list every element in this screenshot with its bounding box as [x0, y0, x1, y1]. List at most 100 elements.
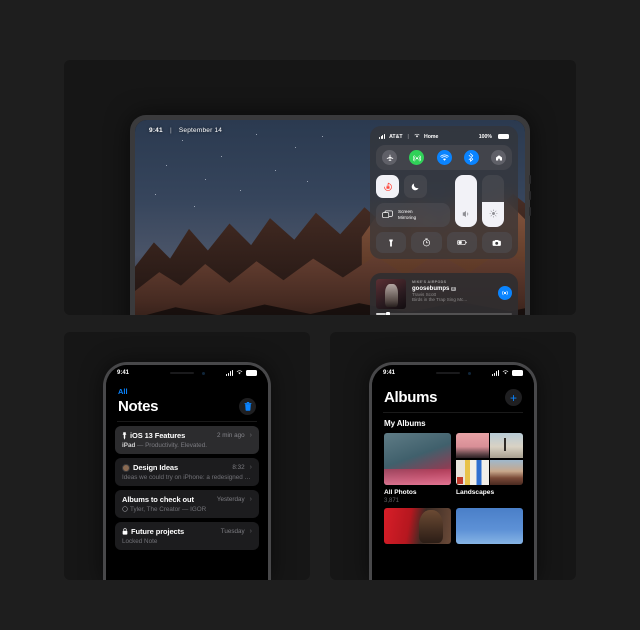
speaker-icon: [462, 205, 471, 223]
network-name-label: Home: [423, 133, 439, 140]
chevron-right-icon: ›: [249, 432, 252, 439]
plus-icon[interactable]: +: [505, 389, 522, 406]
album-cell[interactable]: Landscapes: [456, 433, 523, 504]
thumb-pink-sky: [456, 433, 489, 459]
progress-bar[interactable]: [376, 311, 512, 315]
note-top-row: Albums to check out Yesterday ›: [122, 495, 252, 504]
page-title: Notes: [118, 398, 159, 415]
note-timestamp: 8:32: [232, 464, 245, 471]
ipad-showcase-panel: 9:41 | September 14 AT&T | Home 100% Scr…: [64, 60, 576, 315]
battery-icon: [512, 370, 523, 376]
wifi-toggle[interactable]: [436, 150, 452, 165]
control-center-grid: Screen Mirroring: [376, 145, 512, 253]
album-thumbnail-sky: [456, 507, 523, 544]
volume-slider[interactable]: [455, 175, 477, 227]
iphone-screen-notes: 9:41 All Notes iOS 13 Features 2 min ago…: [106, 365, 268, 580]
chevron-right-icon: ›: [249, 496, 252, 503]
album-cell[interactable]: [456, 507, 523, 544]
note-preview-text: — Productivity. Elevated.: [135, 442, 207, 449]
chevron-right-icon: ›: [249, 528, 252, 535]
chevron-right-icon: ›: [249, 464, 252, 471]
note-timestamp: Yesterday: [216, 496, 245, 503]
note-preview-text: Tyler, The Creator — IGOR: [130, 506, 207, 513]
note-preview: Ideas we could try on iPhone: a redesign…: [122, 474, 252, 481]
track-album: Birds in the Trap Sing Mc...: [412, 297, 468, 302]
albums-grid: All Photos 3,871 Landscapes: [372, 433, 534, 504]
album-name: All Photos: [384, 489, 417, 496]
cellular-data-toggle[interactable]: [409, 150, 425, 165]
playback-progress[interactable]: 0:12 -3:03: [376, 311, 512, 315]
do-not-disturb-button[interactable]: [404, 175, 427, 198]
rotation-lock-button[interactable]: [376, 175, 399, 198]
screen-mirroring-button[interactable]: Screen Mirroring: [376, 203, 450, 227]
note-title: Albums to check out: [122, 495, 194, 504]
now-playing-widget[interactable]: MIKE'S AIRPODS goosebumps E Travis Scott…: [370, 273, 518, 315]
album-thumbnail-portrait: [384, 507, 451, 544]
camera-button[interactable]: [481, 232, 512, 253]
note-top-row: Design Ideas 8:32 ›: [122, 463, 252, 472]
battery-icon: [246, 370, 257, 376]
low-power-mode-button[interactable]: [446, 232, 477, 253]
list-item[interactable]: Albums to check out Yesterday › Tyler, T…: [115, 490, 259, 518]
showcase-stage: 9:41 | September 14 AT&T | Home 100% Scr…: [0, 0, 640, 630]
ipad-clock: 9:41: [149, 127, 163, 134]
list-item[interactable]: iOS 13 Features 2 min ago › iPad — Produ…: [115, 426, 259, 454]
iphone-device-notes: 9:41 All Notes iOS 13 Features 2 min ago…: [103, 362, 271, 580]
iphone-screen-albums: 9:41 Albums + My Albums All Photos 3,871…: [372, 365, 534, 580]
track-title-row: goosebumps E: [412, 286, 492, 292]
battery-icon: [498, 133, 509, 140]
album-thumbnail-collage: [456, 433, 523, 485]
album-cell[interactable]: [384, 507, 451, 544]
battery-percent-label: 100%: [478, 133, 492, 140]
albums-second-row: [372, 504, 534, 544]
timer-button[interactable]: [411, 232, 442, 253]
albums-status-right: [491, 369, 523, 377]
albums-header: Albums +: [372, 383, 534, 406]
list-item[interactable]: Design Ideas 8:32 › Ideas we could try o…: [115, 458, 259, 486]
album-name: Landscapes: [456, 489, 495, 496]
progress-knob[interactable]: [385, 311, 390, 315]
album-thumbnail-bridge: [384, 433, 451, 485]
screen-mirroring-label-line2: Mirroring: [398, 215, 417, 220]
status-separator: |: [169, 127, 172, 134]
brightness-icon: [488, 205, 498, 223]
albums-showcase-panel: 9:41 Albums + My Albums All Photos 3,871…: [330, 332, 576, 580]
ipad-date: September 14: [178, 127, 223, 134]
notes-app: All Notes iOS 13 Features 2 min ago › iP…: [106, 365, 268, 580]
earpiece-speaker: [169, 371, 194, 375]
note-timestamp: Tuesday: [220, 528, 245, 535]
albums-clock: 9:41: [383, 370, 396, 376]
notes-list: iOS 13 Features 2 min ago › iPad — Produ…: [106, 426, 268, 550]
track-title: goosebumps: [412, 285, 450, 292]
thumb-canyon: [490, 459, 523, 485]
progress-fill: [376, 313, 386, 315]
airplay-audio-icon[interactable]: [498, 286, 512, 300]
album-cell[interactable]: All Photos 3,871: [384, 433, 451, 504]
now-playing-row: MIKE'S AIRPODS goosebumps E Travis Scott…: [376, 279, 512, 309]
trash-icon[interactable]: [239, 398, 256, 415]
flashlight-button[interactable]: [376, 232, 407, 253]
note-top-row: Future projects Tuesday ›: [122, 527, 252, 536]
notes-back-button[interactable]: All: [118, 387, 256, 396]
photos-albums-app: Albums + My Albums All Photos 3,871 Land…: [372, 365, 534, 580]
screen-mirroring-icon: [382, 206, 393, 224]
note-preview: iPad — Productivity. Elevated.: [122, 442, 252, 449]
notes-clock: 9:41: [117, 370, 130, 376]
shared-avatar-icon: [122, 463, 130, 472]
list-item[interactable]: Future projects Tuesday › Locked Note: [115, 522, 259, 550]
airplane-mode-toggle[interactable]: [382, 150, 397, 165]
note-top-row: iOS 13 Features 2 min ago ›: [122, 431, 252, 440]
note-title: Future projects: [131, 527, 185, 536]
brightness-slider[interactable]: [482, 175, 504, 227]
ipad-device: 9:41 | September 14 AT&T | Home 100% Scr…: [130, 115, 531, 315]
note-title: Design Ideas: [133, 463, 179, 472]
bluetooth-toggle[interactable]: [463, 150, 479, 165]
control-center-mid-row: Screen Mirroring: [376, 175, 512, 227]
now-playing-meta: MIKE'S AIRPODS goosebumps E Travis Scott…: [412, 279, 492, 302]
ipad-side-buttons: [529, 175, 531, 223]
ipad-status-bar-left: 9:41 | September 14: [149, 127, 222, 134]
output-device-label: MIKE'S AIRPODS: [412, 280, 447, 284]
notes-status-right: [225, 369, 257, 377]
screen-mirroring-label: Screen Mirroring: [398, 209, 416, 220]
airdrop-toggle[interactable]: [491, 150, 506, 165]
